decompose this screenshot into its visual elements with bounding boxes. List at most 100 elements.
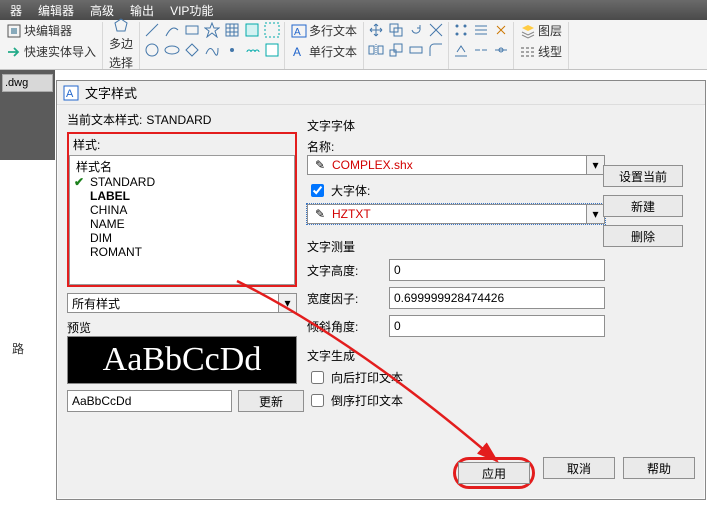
import-icon [6,44,22,60]
break-icon[interactable] [473,42,489,58]
menu-item[interactable]: VIP功能 [162,2,221,19]
copy-icon[interactable] [388,22,404,38]
style-item-dim[interactable]: DIM [70,231,294,245]
height-input[interactable] [389,259,605,281]
linetype-button[interactable]: 线型 [518,43,564,60]
current-style-label: 当前文本样式: [67,111,142,128]
style-list[interactable]: 样式名 STANDARD LABEL CHINA NAME DIM ROMANT [69,155,295,285]
preview-panel: AaBbCcDd [67,336,297,384]
array-icon[interactable] [453,22,469,38]
cancel-button[interactable]: 取消 [543,457,615,479]
font-name-combo[interactable]: ✎COMPLEX.shx ▾ [307,155,605,175]
style-item-label[interactable]: LABEL [70,189,294,203]
bigfont-combo[interactable]: ✎HZTXT ▾ [307,204,605,224]
mtext-icon: A [291,23,307,39]
multi-select-button[interactable]: 多边 选择 [107,22,135,66]
dialog-titlebar: A 文字样式 [57,81,705,105]
chevron-down-icon[interactable]: ▾ [279,293,297,313]
dialog-title: 文字样式 [85,83,137,102]
mtext-button[interactable]: A 多行文本 [289,22,359,39]
preview-label: 预览 [67,319,297,336]
hatch-icon[interactable] [224,22,240,38]
oblique-label: 倾斜角度: [307,318,383,335]
update-button[interactable]: 更新 [238,390,304,412]
styles-label: 样式: [73,138,100,152]
block-editor-button[interactable]: 块编辑器 [4,22,98,39]
menu-item[interactable]: 器 [2,2,30,19]
set-current-button[interactable]: 设置当前 [603,165,683,187]
circle-icon[interactable] [144,42,160,58]
new-button[interactable]: 新建 [603,195,683,217]
block-editor-icon [6,23,22,39]
mirror-icon[interactable] [368,42,384,58]
fillet-icon[interactable] [428,42,444,58]
menu-item[interactable]: 输出 [122,2,162,19]
spline-icon[interactable] [204,42,220,58]
rect-icon[interactable] [184,22,200,38]
stretch-icon[interactable] [408,42,424,58]
layer-icon [520,23,536,39]
style-list-header: 样式名 [70,158,294,175]
height-label: 文字高度: [307,262,383,279]
point-icon[interactable] [224,42,240,58]
stext-button[interactable]: A 单行文本 [289,43,359,60]
region-icon[interactable] [244,22,260,38]
arc-icon[interactable] [164,22,180,38]
style-item-standard[interactable]: STANDARD [70,175,294,189]
revcloud-icon[interactable] [244,42,260,58]
explode-icon[interactable] [493,22,509,38]
preview-text-input[interactable] [67,390,232,412]
ellipse-icon[interactable] [164,42,180,58]
polygon-icon [113,17,129,33]
menu-item[interactable]: 编辑器 [30,2,82,19]
trim-icon[interactable] [428,22,444,38]
font-name-label: 名称: [307,138,605,155]
backward-checkbox[interactable]: 向后打印文本 [307,368,605,387]
width-label: 宽度因子: [307,290,383,307]
upside-checkbox[interactable]: 倒序打印文本 [307,391,605,410]
dialog-footer: 应用 取消 帮助 [57,457,695,489]
polygon2-icon[interactable] [184,42,200,58]
scale-icon[interactable] [388,42,404,58]
offset-icon[interactable] [473,22,489,38]
drawing-canvas: .dwg [0,70,55,160]
menubar: 器 编辑器 高级 输出 VIP功能 [0,0,707,20]
font-group-label: 文字字体 [307,117,605,134]
ribbon: 块编辑器 快速实体导入 多边 选择 [0,20,707,70]
current-style-value: STANDARD [146,113,211,127]
stext-icon: A [291,44,307,60]
dialog-icon: A [63,85,79,101]
style-item-china[interactable]: CHINA [70,203,294,217]
rotate-icon[interactable] [408,22,424,38]
align-icon[interactable] [453,42,469,58]
style-filter-combo[interactable]: 所有样式 ▾ [67,293,297,313]
delete-button[interactable]: 删除 [603,225,683,247]
menu-item[interactable]: 高级 [82,2,122,19]
line-icon[interactable] [144,22,160,38]
svg-text:A: A [66,88,74,100]
star-icon[interactable] [204,22,220,38]
join-icon[interactable] [493,42,509,58]
style-item-romant[interactable]: ROMANT [70,245,294,259]
width-input[interactable] [389,287,605,309]
shx-icon: ✎ [312,206,328,222]
linetype-icon [520,44,536,60]
text-style-dialog: A 文字样式 当前文本样式: STANDARD 样式: 样式名 STANDARD… [56,80,706,500]
gen-group-label: 文字生成 [307,347,605,364]
style-item-name[interactable]: NAME [70,217,294,231]
oblique-input[interactable] [389,315,605,337]
wipeout-icon[interactable] [264,42,280,58]
svg-text:A: A [294,27,301,38]
apply-button[interactable]: 应用 [458,462,530,484]
shx-icon: ✎ [312,157,328,173]
quick-import-button[interactable]: 快速实体导入 [4,43,98,60]
dwg-tab[interactable]: .dwg [2,74,53,92]
move-icon[interactable] [368,22,384,38]
boundary-icon[interactable] [264,22,280,38]
bigfont-checkbox[interactable]: 大字体: [307,181,605,200]
side-label: 路 [12,340,24,357]
help-button[interactable]: 帮助 [623,457,695,479]
measure-group-label: 文字测量 [307,238,605,255]
layer-button[interactable]: 图层 [518,22,564,39]
svg-text:A: A [293,45,301,59]
